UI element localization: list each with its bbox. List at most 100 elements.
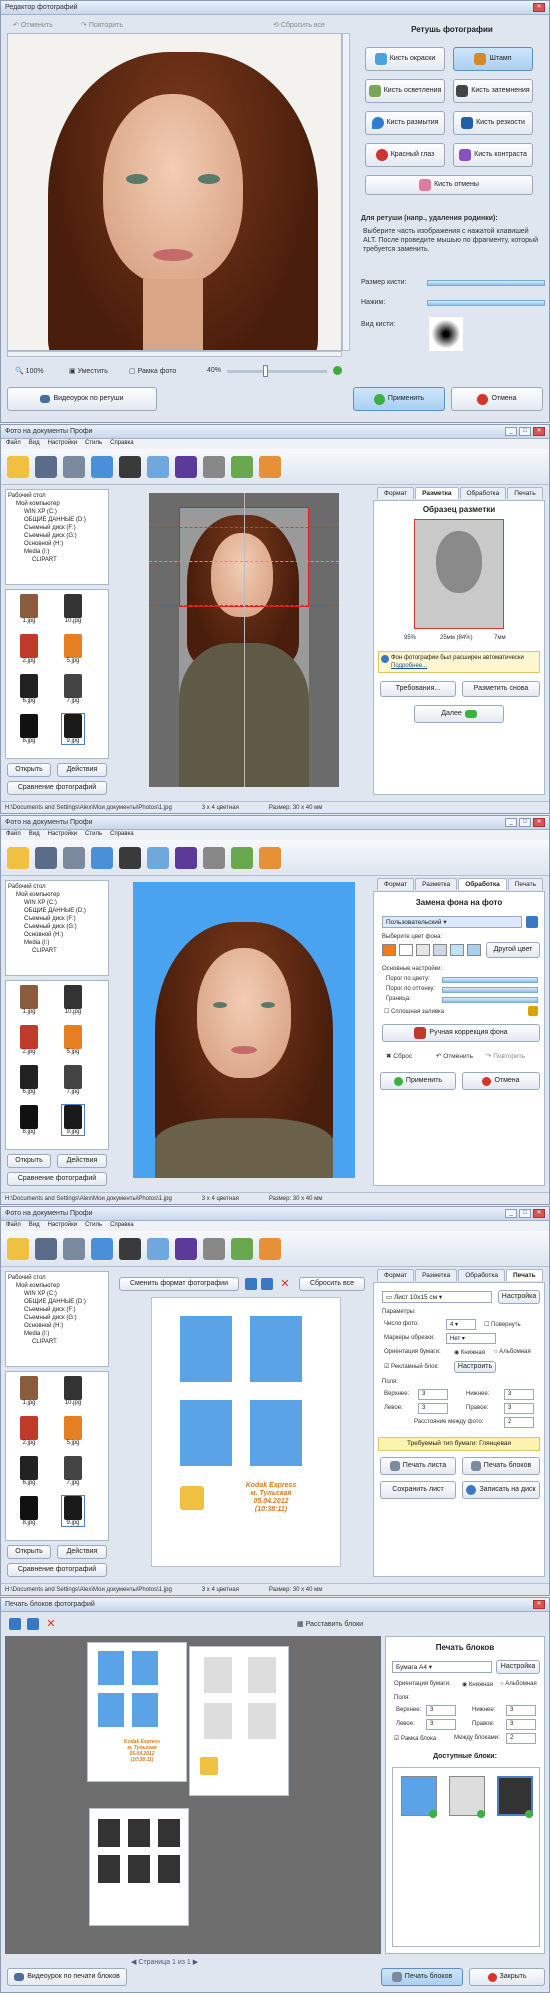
menu-style[interactable]: Стиль: [85, 440, 102, 448]
compare-button[interactable]: Сравнение фотографий: [7, 781, 107, 795]
maximize-icon[interactable]: □: [519, 427, 531, 436]
marks-select[interactable]: Нет ▾: [446, 1333, 496, 1344]
swatch[interactable]: [450, 944, 464, 956]
photo-tile[interactable]: [98, 1693, 124, 1727]
thumbnail[interactable]: 5.jpg: [62, 1416, 84, 1446]
bottom-input[interactable]: 3: [506, 1705, 536, 1716]
tree-item[interactable]: Съемный диск (G:): [8, 1314, 106, 1322]
menu-help[interactable]: Справка: [110, 440, 134, 448]
thumbnail[interactable]: 2.jpg: [18, 1416, 40, 1446]
tree-item[interactable]: Съемный диск (G:): [8, 923, 106, 931]
write-disk-button[interactable]: Записать на диск: [462, 1481, 540, 1499]
close-icon[interactable]: ✕: [533, 3, 545, 12]
redo-button[interactable]: ↷ Повторить: [486, 1052, 525, 1060]
tab-print[interactable]: Печать: [507, 878, 544, 890]
menu-view[interactable]: Вид: [29, 831, 40, 839]
reset-all-button[interactable]: Сбросить все: [299, 1277, 365, 1291]
save-sheet-button[interactable]: Сохранить лист: [380, 1481, 456, 1499]
contrast-brush-button[interactable]: Кисть контраста: [453, 143, 533, 167]
tab-print[interactable]: Печать: [505, 1269, 543, 1281]
minimize-icon[interactable]: _: [505, 818, 517, 827]
other-color-button[interactable]: Другой цвет: [486, 942, 540, 958]
thumbnail[interactable]: 5.jpg: [62, 634, 84, 664]
cart-icon[interactable]: [259, 846, 281, 869]
swatch[interactable]: [416, 944, 430, 956]
orientation-landscape-radio[interactable]: ○ Альбомная: [494, 1349, 531, 1355]
darken-brush-button[interactable]: Кисть затемнения: [453, 79, 533, 103]
thumbnail[interactable]: 8.jpg: [18, 1105, 40, 1135]
red-eye-button[interactable]: Красный глаз: [365, 143, 445, 167]
cancel-button[interactable]: Отмена: [462, 1072, 540, 1090]
photo-canvas[interactable]: [133, 882, 355, 1178]
manual-correction-button[interactable]: Ручная коррекция фона: [382, 1024, 540, 1042]
arrange-blocks-button[interactable]: ▦ Расставить блоки: [297, 1620, 363, 1628]
tab-processing[interactable]: Обработка: [458, 878, 507, 890]
tree-item[interactable]: Media (I:): [8, 548, 106, 556]
menu-settings[interactable]: Настройки: [48, 440, 77, 448]
change-format-button[interactable]: Сменить формат фотографии: [119, 1277, 239, 1291]
photo-tile[interactable]: [158, 1855, 180, 1883]
redo-button[interactable]: ↷ Повторить: [81, 21, 123, 29]
actions-button[interactable]: Действия: [57, 1545, 107, 1559]
thumbnail[interactable]: 1.jpg: [18, 985, 40, 1015]
close-icon[interactable]: ✕: [533, 1600, 545, 1609]
open-folder-icon[interactable]: [7, 455, 29, 478]
thumbnail-list[interactable]: 1.jpg 10.jpg 2.jpg 5.jpg 6.jpg 7.jpg 8.j…: [5, 589, 109, 759]
remark-button[interactable]: Разметить снова: [462, 681, 540, 697]
undo-button[interactable]: ↶ Отменить: [436, 1052, 473, 1060]
photo-tile[interactable]: [132, 1693, 158, 1727]
zoom-in-icon[interactable]: [333, 366, 342, 375]
open-button[interactable]: Открыть: [7, 1545, 51, 1559]
photo-tile[interactable]: [180, 1316, 232, 1382]
tree-item[interactable]: Рабочий стол: [8, 1274, 106, 1282]
photo-tile[interactable]: [128, 1855, 150, 1883]
open-folder-icon[interactable]: [7, 846, 29, 869]
reset-all-button[interactable]: ⟲ Сбросить все: [273, 21, 325, 29]
solid-fill-checkbox[interactable]: ☐ Сплошная заливка: [384, 1008, 444, 1015]
tree-item[interactable]: Съемный диск (F:): [8, 915, 106, 923]
tree-item[interactable]: WIN XP (C:): [8, 899, 106, 907]
thumbnail-selected[interactable]: 9.jpg: [61, 1104, 85, 1136]
zoom-slider-thumb[interactable]: [263, 365, 268, 377]
tab-markup[interactable]: Разметка: [415, 878, 458, 890]
tree-item[interactable]: Основной (H:): [8, 540, 106, 548]
photo-tile[interactable]: [158, 1819, 180, 1847]
menu-style[interactable]: Стиль: [85, 1222, 102, 1230]
compare-button[interactable]: Сравнение фотографий: [7, 1172, 107, 1186]
available-blocks-list[interactable]: [392, 1767, 540, 1947]
thumbnail[interactable]: 2.jpg: [18, 634, 40, 664]
tree-item[interactable]: Съемный диск (F:): [8, 524, 106, 532]
image-editor-icon[interactable]: [147, 1237, 169, 1260]
tree-item[interactable]: Мой компьютер: [8, 1282, 106, 1290]
thumbnail[interactable]: 7.jpg: [62, 674, 84, 704]
book-icon[interactable]: [175, 846, 197, 869]
photo-tile[interactable]: [98, 1651, 124, 1685]
print-icon[interactable]: [63, 846, 85, 869]
book-icon[interactable]: [175, 1237, 197, 1260]
thumbnail-list[interactable]: 1.jpg 10.jpg 2.jpg 5.jpg 6.jpg 7.jpg 8.j…: [5, 980, 109, 1150]
print-sheet-button[interactable]: Печать листа: [380, 1457, 456, 1475]
tab-format[interactable]: Формат: [377, 487, 415, 499]
actions-button[interactable]: Действия: [57, 763, 107, 777]
photo-tile[interactable]: [132, 1651, 158, 1685]
bottom-input[interactable]: 3: [504, 1389, 534, 1400]
frame-checkbox[interactable]: ☑ Рамка блока: [394, 1735, 436, 1742]
right-input[interactable]: 3: [504, 1403, 534, 1414]
tab-format[interactable]: Формат: [377, 878, 415, 890]
menu-file[interactable]: Файл: [6, 831, 21, 839]
image-editor-icon[interactable]: [147, 846, 169, 869]
tree-item[interactable]: Основной (H:): [8, 1322, 106, 1330]
paper-select[interactable]: Бумага A4 ▾: [392, 1661, 492, 1673]
photo-canvas[interactable]: [7, 33, 342, 351]
save-icon[interactable]: [35, 846, 57, 869]
sharpen-brush-button[interactable]: Кисть резкости: [453, 111, 533, 135]
photo-tile[interactable]: [98, 1819, 120, 1847]
photo-tile[interactable]: [248, 1703, 276, 1739]
swatch[interactable]: [399, 944, 413, 956]
pressure-slider[interactable]: [427, 300, 545, 306]
print-blocks-button[interactable]: Печать блоков: [381, 1968, 463, 1986]
menu-view[interactable]: Вид: [29, 440, 40, 448]
thumbnail[interactable]: 6.jpg: [18, 1065, 40, 1095]
person-icon[interactable]: [91, 846, 113, 869]
minimize-icon[interactable]: _: [505, 1209, 517, 1218]
